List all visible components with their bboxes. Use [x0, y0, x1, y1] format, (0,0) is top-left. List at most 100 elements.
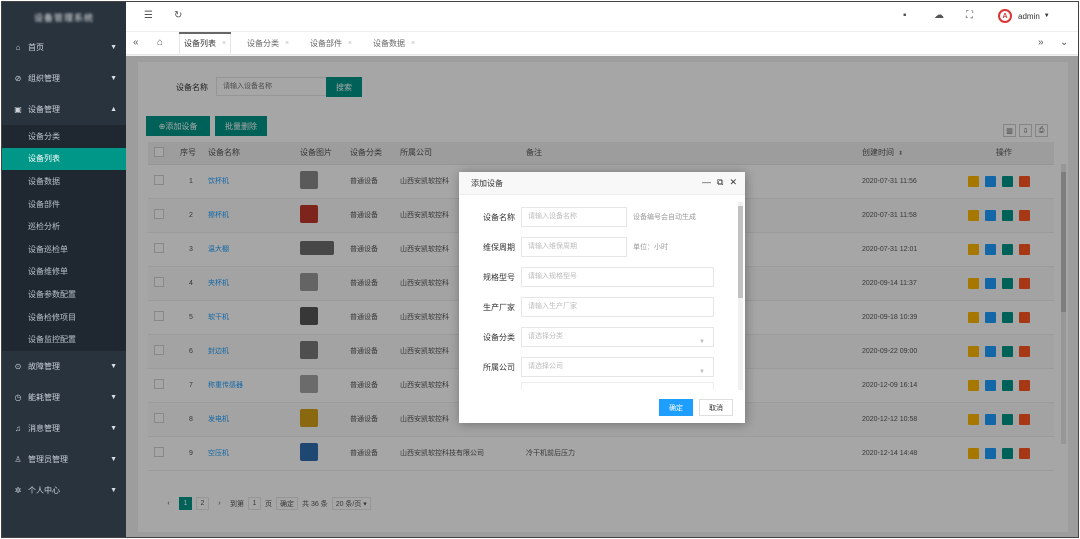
logo: 设备管理系统 [2, 2, 126, 32]
gear-icon: ✲ [14, 485, 22, 495]
form-input[interactable]: 请输入规格型号 [521, 267, 714, 287]
chevron-down-icon: ▼ [110, 455, 117, 463]
tab-label: 设备列表 [184, 39, 216, 48]
username: admin [1018, 11, 1040, 21]
message-icon[interactable]: ▪ [903, 10, 907, 21]
next-field-partial [521, 382, 714, 390]
tabs-scroll-left-icon[interactable]: « [133, 37, 139, 48]
confirm-button[interactable]: 确定 [659, 399, 693, 416]
bell-icon: ♫ [15, 423, 21, 433]
form-label: 设备名称 [483, 212, 515, 222]
form-input[interactable]: 请输入维保周期 [521, 237, 627, 257]
sidebar-subitem[interactable]: 设备列表 [2, 147, 126, 171]
sidebar-group[interactable]: ✲ 个人中心 ▼ [2, 475, 126, 506]
form-input[interactable]: 请输入设备名称 [521, 207, 627, 227]
avatar: A [998, 9, 1012, 23]
tab-device-parts[interactable]: 设备部件 × [310, 32, 352, 55]
sidebar-subitem[interactable]: 设备检修项目 [2, 306, 126, 329]
sidebar-group[interactable]: ⊘ 组织管理 ▼ [2, 63, 126, 94]
tab-label: 设备数据 [373, 39, 405, 48]
home-icon: ⌂ [15, 43, 21, 52]
form-select[interactable]: 请选择分类 ▼ [521, 327, 714, 347]
dialog-header[interactable]: 添加设备 — ⧉ ✕ [459, 172, 745, 195]
form-label: 所属公司 [483, 362, 515, 372]
energy-icon: ◷ [14, 392, 22, 402]
sidebar-group-label: 个人中心 [28, 485, 60, 495]
sidebar-subitem[interactable]: 设备参数配置 [2, 283, 126, 306]
theme-icon[interactable]: ☁ [934, 10, 944, 21]
tab-device-data[interactable]: 设备数据 × [373, 32, 415, 55]
form-select[interactable]: 请选择公司 ▼ [521, 357, 714, 377]
maximize-icon[interactable]: ⧉ [717, 177, 723, 188]
form-label: 维保周期 [483, 242, 515, 252]
chevron-down-icon: ▼ [1043, 13, 1050, 19]
chevron-down-icon: ▼ [110, 393, 117, 401]
sidebar-group-label: 消息管理 [28, 423, 60, 433]
dialog-title: 添加设备 [471, 178, 503, 188]
sidebar: 设备管理系统 ⌂ 首页 ▼ ⊘ 组织管理 ▼ ▣ 设备管理 ▲ 设备分类 设备列表 设备数据 设备部件… [2, 2, 126, 537]
menu-toggle-icon[interactable]: ☰ [144, 10, 153, 21]
form-tip: 设备编号会自动生成 [633, 214, 696, 221]
form-row: 维保周期 请输入维保周期 单位：小时 [459, 237, 668, 257]
sidebar-group[interactable]: ◷ 能耗管理 ▼ [2, 382, 126, 413]
sidebar-group[interactable]: ♫ 消息管理 ▼ [2, 413, 126, 444]
sidebar-subitem[interactable]: 设备数据 [2, 170, 126, 193]
user-menu[interactable]: A admin ▼ [998, 9, 1050, 23]
close-icon[interactable]: × [348, 40, 352, 47]
chevron-down-icon: ▼ [110, 486, 117, 494]
dialog-scrollbar[interactable] [738, 202, 743, 390]
sidebar-group-label: 故障管理 [28, 361, 60, 371]
fullscreen-icon[interactable]: ⛶ [966, 10, 973, 21]
sidebar-group-label: 设备管理 [28, 105, 60, 114]
sidebar-group[interactable]: ♙ 管理员管理 ▼ [2, 444, 126, 475]
sidebar-subitem[interactable]: 设备部件 [2, 193, 126, 216]
form-row: 设备名称 请输入设备名称 设备编号会自动生成 [459, 207, 696, 227]
cancel-button[interactable]: 取消 [699, 399, 733, 416]
chevron-down-icon: ▼ [699, 369, 705, 375]
sidebar-group-label: 首页 [28, 43, 44, 52]
form-label: 生产厂家 [483, 302, 515, 312]
sidebar-group[interactable]: ▣ 设备管理 ▲ [2, 94, 126, 125]
tab-label: 设备分类 [247, 39, 279, 48]
close-icon[interactable]: × [285, 40, 289, 47]
form-input[interactable]: 请输入生产厂家 [521, 297, 714, 317]
logo-text: 设备管理系统 [33, 12, 94, 23]
tabs-scroll-right-icon[interactable]: » [1038, 37, 1044, 48]
sidebar-subitem[interactable]: 设备巡检单 [2, 238, 126, 261]
minimize-icon[interactable]: — [702, 177, 711, 188]
home-tab-icon[interactable]: ⌂ [157, 37, 163, 48]
form-row: 设备分类 请选择分类 ▼ [459, 327, 714, 347]
tag-icon: ⊘ [14, 74, 22, 83]
chevron-down-icon: ▼ [110, 362, 117, 370]
top-header: ☰ ↻ ▪ ☁ ⛶ A admin ▼ [126, 2, 1078, 32]
sidebar-group[interactable]: ⊙ 故障管理 ▼ [2, 351, 126, 382]
chevron-down-icon: ▼ [110, 44, 117, 51]
sidebar-subitem[interactable]: 设备监控配置 [2, 328, 126, 351]
tab-device-category[interactable]: 设备分类 × [247, 32, 289, 55]
tab-device-list[interactable]: 设备列表 × [178, 32, 232, 55]
close-icon[interactable]: × [222, 40, 226, 47]
close-icon[interactable]: ✕ [729, 177, 737, 188]
form-row: 规格型号 请输入规格型号 [459, 267, 714, 287]
sidebar-group-label: 能耗管理 [28, 392, 60, 402]
alert-icon: ⊙ [14, 361, 22, 371]
tab-label: 设备部件 [310, 39, 342, 48]
form-tip: 单位：小时 [633, 244, 668, 251]
sidebar-group-label: 管理员管理 [28, 454, 68, 464]
sidebar-group[interactable]: ⌂ 首页 ▼ [2, 32, 126, 63]
sidebar-subitem[interactable]: 巡检分析 [2, 215, 126, 238]
chevron-down-icon: ▼ [110, 75, 117, 82]
close-icon[interactable]: × [411, 40, 415, 47]
tabs-bar: « ⌂ 设备列表 × 设备分类 × 设备部件 × 设备数据 × » ⌄ [126, 32, 1078, 55]
device-submenu: 设备分类 设备列表 设备数据 设备部件 巡检分析 设备巡检单 设备维修单 设备参数配置 设备检修… [2, 125, 126, 351]
form-label: 规格型号 [483, 272, 515, 282]
chevron-down-icon: ▼ [110, 424, 117, 432]
tabs-menu-chevron-icon[interactable]: ⌄ [1060, 37, 1068, 48]
sidebar-group-label: 组织管理 [28, 74, 60, 83]
form-row: 生产厂家 请输入生产厂家 [459, 297, 714, 317]
sidebar-subitem[interactable]: 设备分类 [2, 125, 126, 148]
sidebar-subitem[interactable]: 设备维修单 [2, 261, 126, 284]
form-row: 所属公司 请选择公司 ▼ [459, 357, 714, 377]
chevron-down-icon: ▼ [699, 339, 705, 345]
refresh-icon[interactable]: ↻ [174, 10, 182, 21]
